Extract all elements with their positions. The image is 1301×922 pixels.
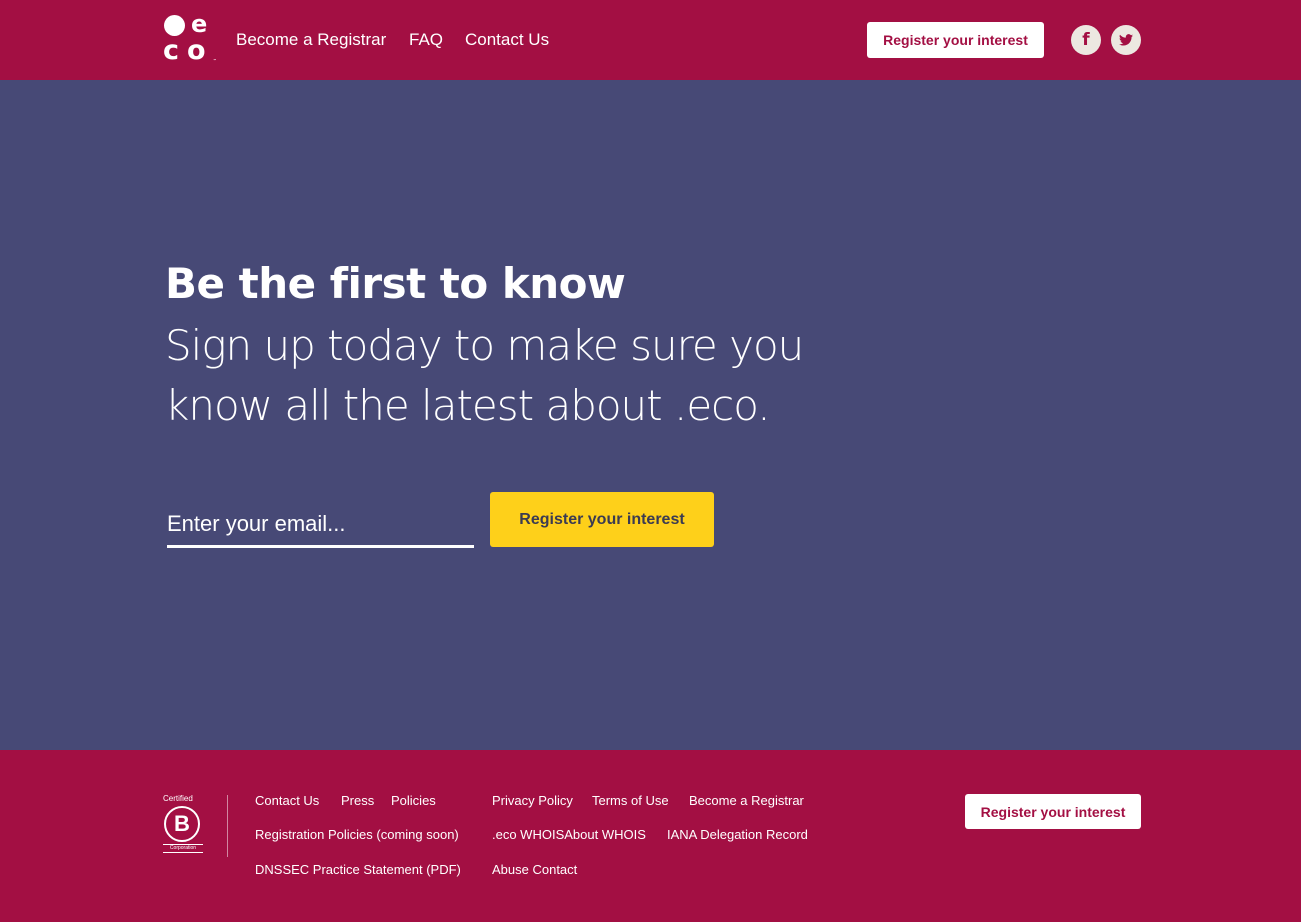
hero-title: Be the first to know bbox=[165, 259, 626, 308]
b-corp-logo[interactable]: Certified B Corporation bbox=[163, 794, 203, 856]
footer-register-interest-button[interactable]: Register your interest bbox=[965, 794, 1141, 829]
logo-letter-o: o bbox=[187, 35, 206, 66]
footer-link-terms-of-use[interactable]: Terms of Use bbox=[592, 793, 669, 809]
footer-link-policies[interactable]: Policies bbox=[391, 793, 436, 809]
twitter-bird-icon bbox=[1119, 34, 1133, 46]
facebook-glyph: f bbox=[1082, 29, 1090, 50]
eco-logo[interactable]: e c o ™ bbox=[163, 10, 220, 67]
nav-faq[interactable]: FAQ bbox=[409, 29, 443, 51]
b-corp-letter: B bbox=[164, 806, 200, 842]
footer-link-become-registrar[interactable]: Become a Registrar bbox=[689, 793, 804, 809]
b-corp-corporation-text: Corporation bbox=[163, 844, 203, 853]
header-register-interest-button[interactable]: Register your interest bbox=[867, 22, 1044, 58]
logo-letter-c: c bbox=[163, 35, 180, 66]
facebook-icon[interactable]: f bbox=[1071, 25, 1101, 55]
logo-trademark: ™ bbox=[213, 58, 217, 63]
footer-link-registration-policies[interactable]: Registration Policies (coming soon) bbox=[255, 827, 459, 843]
hero-subtitle: Sign up today to make sure you know all … bbox=[165, 321, 804, 430]
email-input[interactable] bbox=[167, 498, 474, 548]
footer-link-abuse-contact[interactable]: Abuse Contact bbox=[492, 862, 577, 878]
logo-dot bbox=[164, 15, 185, 36]
footer-link-dnssec-statement[interactable]: DNSSEC Practice Statement (PDF) bbox=[255, 862, 461, 878]
footer-link-press[interactable]: Press bbox=[341, 793, 374, 809]
b-corp-certified-text: Certified bbox=[163, 794, 193, 803]
site-header: e c o ™ Become a Registrar FAQ Contact U… bbox=[0, 0, 1301, 80]
footer-link-contact-us[interactable]: Contact Us bbox=[255, 793, 319, 809]
twitter-icon[interactable] bbox=[1111, 25, 1141, 55]
nav-become-registrar[interactable]: Become a Registrar bbox=[236, 29, 386, 51]
footer-link-iana-delegation[interactable]: IANA Delegation Record bbox=[667, 827, 808, 843]
hero-register-interest-button[interactable]: Register your interest bbox=[490, 492, 714, 547]
hero-section: Be the first to know Sign up today to ma… bbox=[0, 80, 1301, 750]
footer-link-whois[interactable]: .eco WHOISAbout WHOIS bbox=[492, 827, 646, 843]
site-footer: Certified B Corporation Contact Us Press… bbox=[0, 750, 1301, 922]
nav-contact-us[interactable]: Contact Us bbox=[465, 29, 549, 51]
footer-link-privacy-policy[interactable]: Privacy Policy bbox=[492, 793, 573, 809]
logo-letter-e: e bbox=[191, 10, 208, 38]
footer-divider bbox=[227, 795, 228, 857]
